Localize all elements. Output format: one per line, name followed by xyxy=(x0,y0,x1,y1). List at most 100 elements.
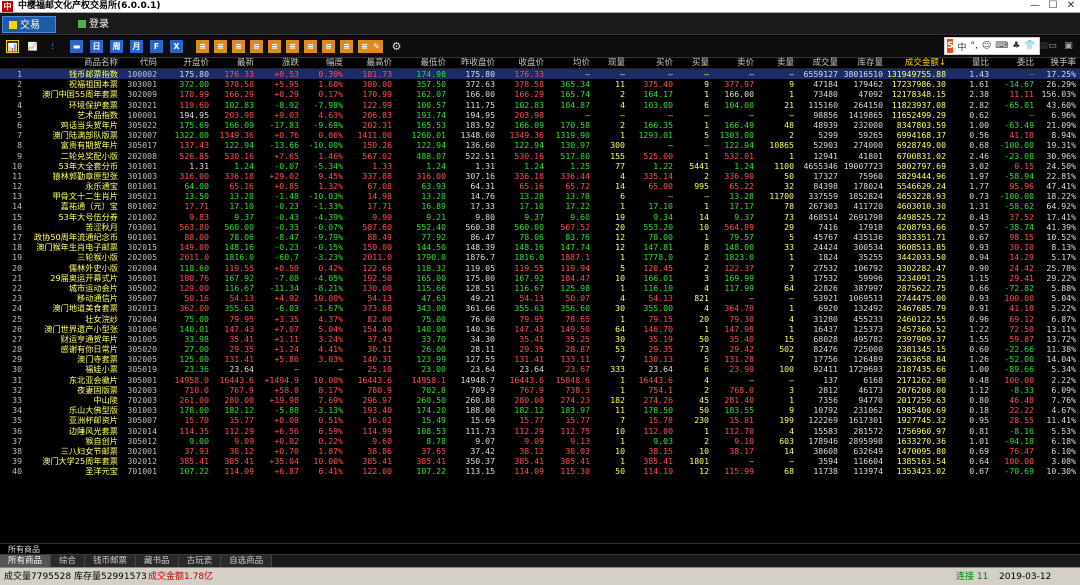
col-header-20[interactable]: 量比 xyxy=(949,58,989,69)
menu3-icon[interactable]: ≡ xyxy=(232,40,245,53)
table-row[interactable]: 14 嘉祐通（元）宝 801002 17.71 17.10 -0.23 -1.33% 17.7… xyxy=(0,201,1080,211)
table-row[interactable]: 6 鸡话当头贺年片 305022 175.69 166.09 -17.83 -9.69% 20… xyxy=(0,120,1080,130)
table-row[interactable]: 8 富贵有期贺年片 305017 137.43 122.94 -13.66 -10.00% 1… xyxy=(0,140,1080,150)
col-header-21[interactable]: 委比 xyxy=(992,58,1034,69)
tab-4[interactable]: 古玩瓷 xyxy=(178,555,222,567)
col-header-18[interactable]: 库存量 xyxy=(839,58,883,69)
list-icon[interactable]: ▬ xyxy=(70,40,83,53)
col-header-7[interactable]: 最高价 xyxy=(346,58,392,69)
col-header-17[interactable]: 成交量 xyxy=(794,58,838,69)
minimize-icon[interactable]: — xyxy=(1026,0,1044,13)
edit-icon[interactable]: ✎ xyxy=(370,40,383,53)
table-row[interactable]: 31 东北亚会徽片 305001 14958.0 16443.6 +1494.9 10.00… xyxy=(0,375,1080,385)
table-row[interactable]: 10 53年大全套分币 301001 1.31 1.24 -0.07 -5.34% 1.33 1… xyxy=(0,161,1080,171)
menu1-icon[interactable]: ≡ xyxy=(196,40,209,53)
ime-item-1[interactable]: °, xyxy=(971,41,978,51)
table-row[interactable]: 24 澳门地道美食套票 302013 362.00 355.63 -6.03 -1.67% 3… xyxy=(0,303,1080,313)
ime-item-4[interactable]: ♣ xyxy=(1012,41,1020,51)
table-row[interactable]: 25 壮女浣纱 702004 75.00 79.95 +3.35 4.37% 82.00 75.… xyxy=(0,314,1080,324)
close-icon[interactable]: ✕ xyxy=(1062,0,1080,13)
col-header-6[interactable]: 幅度 xyxy=(301,58,343,69)
col-header-9[interactable]: 昨收盘价 xyxy=(447,58,495,69)
table-row[interactable]: 21 29届奥运开幕式片 305001 180.76 167.92 -7.08 -4.05%… xyxy=(0,273,1080,283)
table-row[interactable]: 28 感谢有你日常片 305020 27.00 29.35 +1.24 4.41% 30.11… xyxy=(0,344,1080,354)
x-icon[interactable]: X xyxy=(170,40,183,53)
table-row[interactable]: 9 二轮兑奖配小版 202008 526.85 530.16 +7.65 1.46% 567.… xyxy=(0,151,1080,161)
menu9-icon[interactable]: ≡ xyxy=(340,40,353,53)
col-header-19[interactable]: 成交金额↓ xyxy=(884,58,946,69)
table-row[interactable]: 36 边陲风光套票 302014 114.35 112.29 +6.56 6.59% 114.… xyxy=(0,426,1080,436)
login-button[interactable]: 登录 xyxy=(72,16,115,33)
tab-1[interactable]: 综合 xyxy=(51,555,86,567)
col-header-11[interactable]: 均价 xyxy=(546,58,590,69)
day-icon[interactable]: 日 xyxy=(90,40,103,53)
col-header-12[interactable]: 现量 xyxy=(591,58,625,69)
table-row[interactable]: 26 澳门世界遗产小型张 301006 140.01 147.43 +7.07 5.04% 1… xyxy=(0,324,1080,334)
ime-logo-icon[interactable]: S xyxy=(947,39,954,53)
tab-5[interactable]: 自选商品 xyxy=(221,555,273,567)
ime-item-2[interactable]: ☺ xyxy=(982,41,991,51)
table-row[interactable]: 7 澳门陆满部队版票 302007 1322.00 1349.36 +0.76 0.06% 1… xyxy=(0,130,1080,140)
table-row[interactable]: 39 澳门大学25周年套票 302012 385.41 385.41 +35.04 10.0… xyxy=(0,456,1080,466)
grid-mode-icon[interactable]: ▣ xyxy=(1062,40,1075,53)
table-row[interactable]: 20 儒林外史小版 202004 118.60 119.55 +0.50 0.42% 122.… xyxy=(0,263,1080,273)
tab-2[interactable]: 钱币邮票 xyxy=(85,555,137,567)
ime-bar[interactable]: S 中 °, ☺ ⌨ ♣ 👕 ▦ xyxy=(944,37,1048,55)
col-header-22[interactable]: 换手率 xyxy=(1036,58,1076,69)
month-icon[interactable]: 月 xyxy=(130,40,143,53)
col-header-8[interactable]: 最低价 xyxy=(398,58,446,69)
table-row[interactable]: 19 三轮猴小版 202005 2011.0 1816.0 -60.7 -3.23% 2011… xyxy=(0,252,1080,262)
menu7-icon[interactable]: ≡ xyxy=(304,40,317,53)
ime-item-0[interactable]: 中 xyxy=(957,40,966,53)
col-header-16[interactable]: 卖量 xyxy=(756,58,794,69)
menu2-icon[interactable]: ≡ xyxy=(214,40,227,53)
table-row[interactable]: 23 移动通信片 305007 50.16 54.13 +4.92 10.00% 54.13 4… xyxy=(0,293,1080,303)
bar-chart-icon[interactable]: 📊 xyxy=(6,40,19,53)
ime-item-5[interactable]: 👕 xyxy=(1024,41,1035,51)
col-header-3[interactable]: 开盘价 xyxy=(161,58,209,69)
week-icon[interactable]: 周 xyxy=(110,40,123,53)
maximize-icon[interactable]: ☐ xyxy=(1044,0,1062,13)
table-row[interactable]: 15 53年大号伍分券 201002 9.83 9.37 -0.43 -4.39% 9.90 9… xyxy=(0,212,1080,222)
f10-icon[interactable]: F xyxy=(150,40,163,53)
table-row[interactable]: 38 三八妇女节邮票 302001 37.93 38.12 +0.70 1.87% 38.86… xyxy=(0,446,1080,456)
table-row[interactable]: 29 澳门寺套票 302005 125.00 131.41 +5.86 3.03% 140.3… xyxy=(0,354,1080,364)
table-row[interactable]: 3 澳门中国55周年套票 302009 170.99 166.29 +0.29 0.17% 1… xyxy=(0,89,1080,99)
col-header-14[interactable]: 买量 xyxy=(675,58,709,69)
table-row[interactable]: 16 苦涩秋月 703001 563.80 560.00 -0.33 -0.07% 587.6… xyxy=(0,222,1080,232)
col-header-4[interactable]: 最新 xyxy=(210,58,254,69)
table-row[interactable]: 1 钱币邮票指数 100002 175.80 176.33 +0.53 0.30% 181.7… xyxy=(0,69,1080,80)
ime-item-3[interactable]: ⌨ xyxy=(995,41,1008,51)
table-row[interactable]: 22 城市运动会片 305002 129.00 116.67 -11.34 -8.21% 13… xyxy=(0,283,1080,293)
tab-3[interactable]: 藏书品 xyxy=(136,555,179,567)
line-chart-icon[interactable]: 📈 xyxy=(26,40,39,53)
col-header-5[interactable]: 涨跌 xyxy=(255,58,299,69)
col-header-15[interactable]: 卖价 xyxy=(710,58,754,69)
table-row[interactable]: 33 中山陵 702003 261.00 280.00 +19.98 7.69% 296.97… xyxy=(0,395,1080,405)
table-row[interactable]: 13 甲骨文十二生肖片 305021 13.50 13.28 -1.48 -10.03% 14… xyxy=(0,191,1080,201)
table-row[interactable]: 37 猴自创片 305012 9.00 9.09 +0.02 0.22% 9.60 8.78 9.… xyxy=(0,436,1080,446)
col-header-1[interactable]: 商品名称 xyxy=(26,58,118,69)
trade-button[interactable]: 交易 xyxy=(2,16,56,33)
table-row[interactable]: 40 圣洋元宝 701001 107.22 114.09 +6.87 6.41% 122.00… xyxy=(0,466,1080,476)
table-row[interactable]: 2 祝福祖国本票 303001 372.00 378.58 +5.95 1.60% 380.0… xyxy=(0,79,1080,89)
bars-icon[interactable]: ⫶ xyxy=(46,40,59,53)
tab-0[interactable]: 所有商品 xyxy=(0,555,52,567)
table-row[interactable]: 4 环境保护套票 302021 119.60 102.83 -8.92 -7.98% 122.… xyxy=(0,100,1080,110)
menu6-icon[interactable]: ≡ xyxy=(286,40,299,53)
menu4-icon[interactable]: ≡ xyxy=(250,40,263,53)
table-row[interactable]: 32 夜妻固版票 302003 710.0 767.9 +58.0 8.17% 780.9 70… xyxy=(0,385,1080,395)
menu5-icon[interactable]: ≡ xyxy=(268,40,281,53)
table-row[interactable]: 17 政协50周年流通纪念币 901001 88.00 78.06 -8.47 -9.79%… xyxy=(0,232,1080,242)
table-row[interactable]: 27 财运亨通贺年片 301005 33.98 35.41 +1.11 3.24% 37.43… xyxy=(0,334,1080,344)
col-header-2[interactable]: 代码 xyxy=(119,58,157,69)
table-row[interactable]: 35 亚洲杯邮资片 305007 15.70 15.77 +0.08 0.51% 16.02 1… xyxy=(0,415,1080,425)
table-row[interactable]: 11 猿林郭勤章原型张 301003 316.00 336.18 +29.02 9.45% 3… xyxy=(0,171,1080,181)
table-row[interactable]: 12 永乐通宝 801001 64.00 65.16 +0.85 1.32% 67.08 63.… xyxy=(0,181,1080,191)
gear-icon[interactable]: ⚙ xyxy=(390,40,403,53)
table-row[interactable]: 30 福娃小票 305019 23.36 23.64 — — 25.10 23.00 23.64 2… xyxy=(0,364,1080,374)
table-row[interactable]: 5 艺术品指数 100001 194.95 203.98 +9.03 4.63% 206.83… xyxy=(0,110,1080,120)
window-mode-icon[interactable]: ▭ xyxy=(1046,40,1059,53)
table-row[interactable]: 18 澳门猴年生肖电子邮票 302015 149.00 148.16 -0.23 -0.15… xyxy=(0,242,1080,252)
col-header-10[interactable]: 收盘价 xyxy=(498,58,544,69)
